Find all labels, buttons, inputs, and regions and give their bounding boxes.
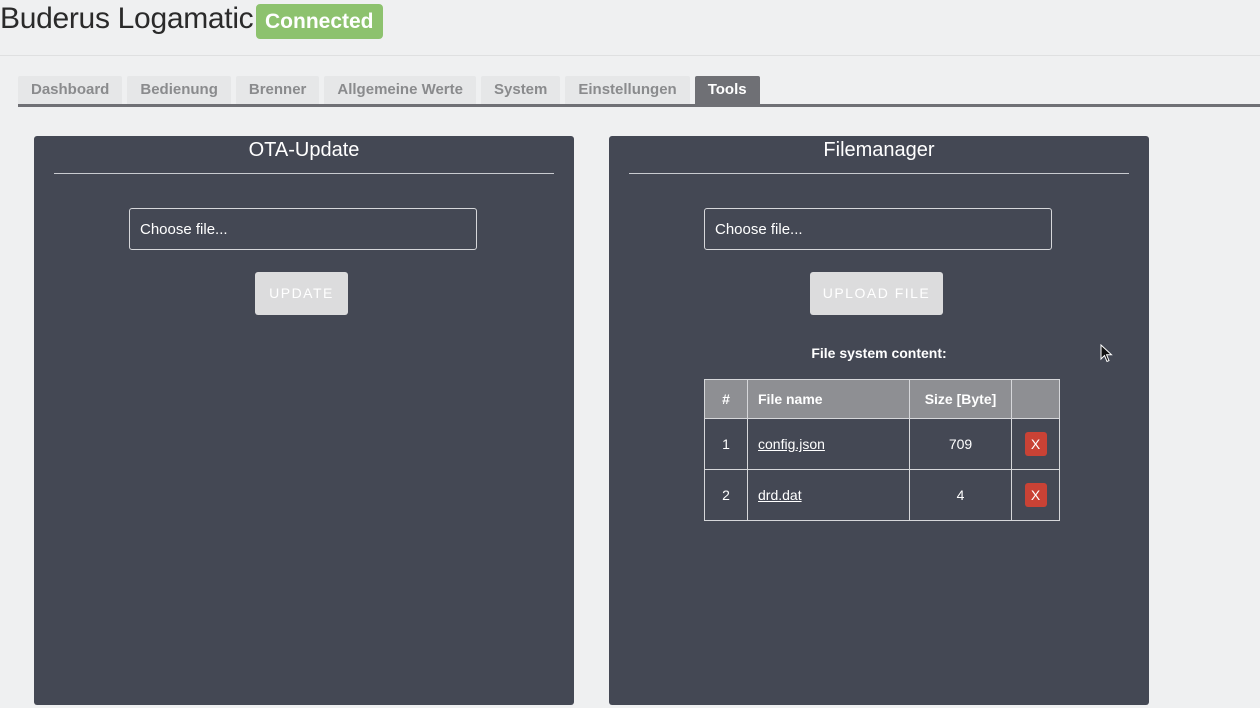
ota-update-title: OTA-Update (54, 139, 554, 174)
file-size: 4 (909, 469, 1012, 521)
column-file-name-header: File name (747, 379, 910, 419)
app-header: Buderus Logamatic Connected (0, 0, 1260, 56)
tab-einstellungen[interactable]: Einstellungen (565, 76, 690, 104)
connection-status-badge: Connected (256, 4, 383, 39)
file-link[interactable]: drd.dat (758, 487, 802, 503)
column-size-header: Size [Byte] (909, 379, 1012, 419)
column-actions-header (1011, 379, 1060, 419)
table-row: 1 config.json 709 X (704, 418, 1060, 470)
filemanager-title: Filemanager (629, 139, 1129, 174)
file-index: 2 (704, 469, 748, 521)
tab-system[interactable]: System (481, 76, 561, 104)
table-row: 2 drd.dat 4 X (704, 469, 1060, 521)
file-index: 1 (704, 418, 748, 470)
upload-file-button[interactable]: UPLOAD FILE (810, 272, 943, 315)
tab-dashboard[interactable]: Dashboard (18, 76, 123, 104)
file-table-header: # File name Size [Byte] (704, 379, 1060, 419)
mouse-pointer-icon (1100, 344, 1113, 363)
tab-bar: Dashboard Bedienung Brenner Allgemeine W… (18, 76, 1260, 107)
file-system-content-label: File system content: (811, 345, 947, 361)
ota-file-input[interactable]: Choose file... (129, 208, 477, 250)
column-index-header: # (704, 379, 748, 419)
tab-tools[interactable]: Tools (694, 76, 760, 104)
delete-file-button[interactable]: X (1024, 432, 1047, 456)
filemanager-card: Filemanager Choose file... UPLOAD FILE F… (609, 136, 1149, 705)
tab-brenner[interactable]: Brenner (235, 76, 320, 104)
file-size: 709 (909, 418, 1012, 470)
delete-file-button[interactable]: X (1024, 483, 1047, 507)
file-link[interactable]: config.json (758, 436, 825, 452)
file-table: # File name Size [Byte] 1 config.json 70… (704, 379, 1060, 521)
app-title: Buderus Logamatic (0, 2, 254, 35)
ota-update-card: OTA-Update Choose file... UPDATE (34, 136, 574, 705)
tab-allgemeine-werte[interactable]: Allgemeine Werte (324, 76, 476, 104)
tab-bedienung[interactable]: Bedienung (127, 76, 231, 104)
update-button[interactable]: UPDATE (255, 272, 348, 315)
filemanager-file-input[interactable]: Choose file... (704, 208, 1052, 250)
